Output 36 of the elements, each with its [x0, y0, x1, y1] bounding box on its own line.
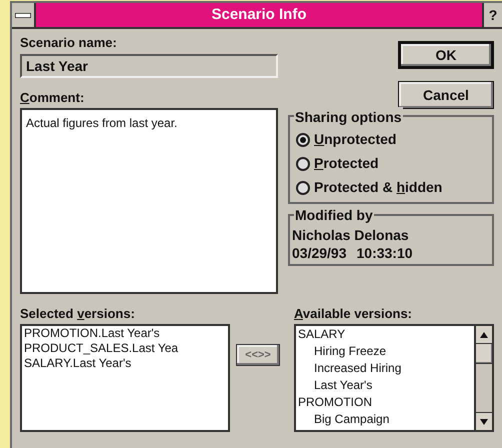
radio-button[interactable] — [296, 132, 310, 146]
comment-field[interactable]: Actual figures from last year. — [20, 108, 278, 294]
modified-time: 10:33:10 — [356, 244, 413, 262]
radio-label: Protected & hidden — [314, 178, 442, 197]
down-arrow-icon — [480, 418, 488, 424]
dialog-button[interactable]: OK — [398, 41, 494, 69]
list-item[interactable]: PROMOTION.Last Year's — [24, 326, 226, 341]
list-item[interactable]: SALARY — [298, 326, 472, 343]
field-label: Comment: — [20, 90, 86, 106]
list-item[interactable]: Increased Hiring — [314, 360, 472, 377]
system-menu-button[interactable] — [12, 3, 36, 27]
window-title: Scenario Info — [210, 5, 308, 25]
author-name: Nicholas Delonas — [292, 226, 410, 244]
radio-button[interactable] — [296, 156, 310, 170]
minus-icon — [15, 12, 31, 18]
scroll-thumb[interactable] — [476, 344, 492, 364]
list-item[interactable]: PROMOTION — [298, 394, 472, 411]
up-arrow-icon — [480, 332, 488, 338]
list-item[interactable]: Hiring Freeze — [314, 343, 472, 360]
dialog-button[interactable]: Cancel — [398, 81, 494, 109]
swap-button[interactable]: <<>> — [236, 344, 280, 366]
modified-date: 03/29/93 — [292, 244, 346, 262]
radio-label: Unprotected — [314, 130, 396, 149]
list-label: Available versions: — [294, 306, 414, 322]
group-title: Sharing options — [294, 107, 403, 128]
field-label: Scenario name: — [20, 35, 118, 51]
scenario-name-field[interactable]: Last Year — [20, 54, 278, 78]
list-item[interactable]: Big Campaign — [314, 411, 472, 428]
list-item[interactable]: PRODUCT_SALES.Last Yea — [24, 341, 226, 356]
radio-label: Protected — [314, 154, 379, 173]
radio-button[interactable] — [296, 180, 310, 194]
list-label: Selected versions: — [20, 306, 136, 322]
list-item[interactable]: Last Year's — [314, 377, 472, 394]
scrollbar[interactable] — [474, 326, 492, 430]
help-button[interactable]: ? — [482, 3, 502, 27]
list-item[interactable]: SALARY.Last Year's — [24, 356, 226, 371]
